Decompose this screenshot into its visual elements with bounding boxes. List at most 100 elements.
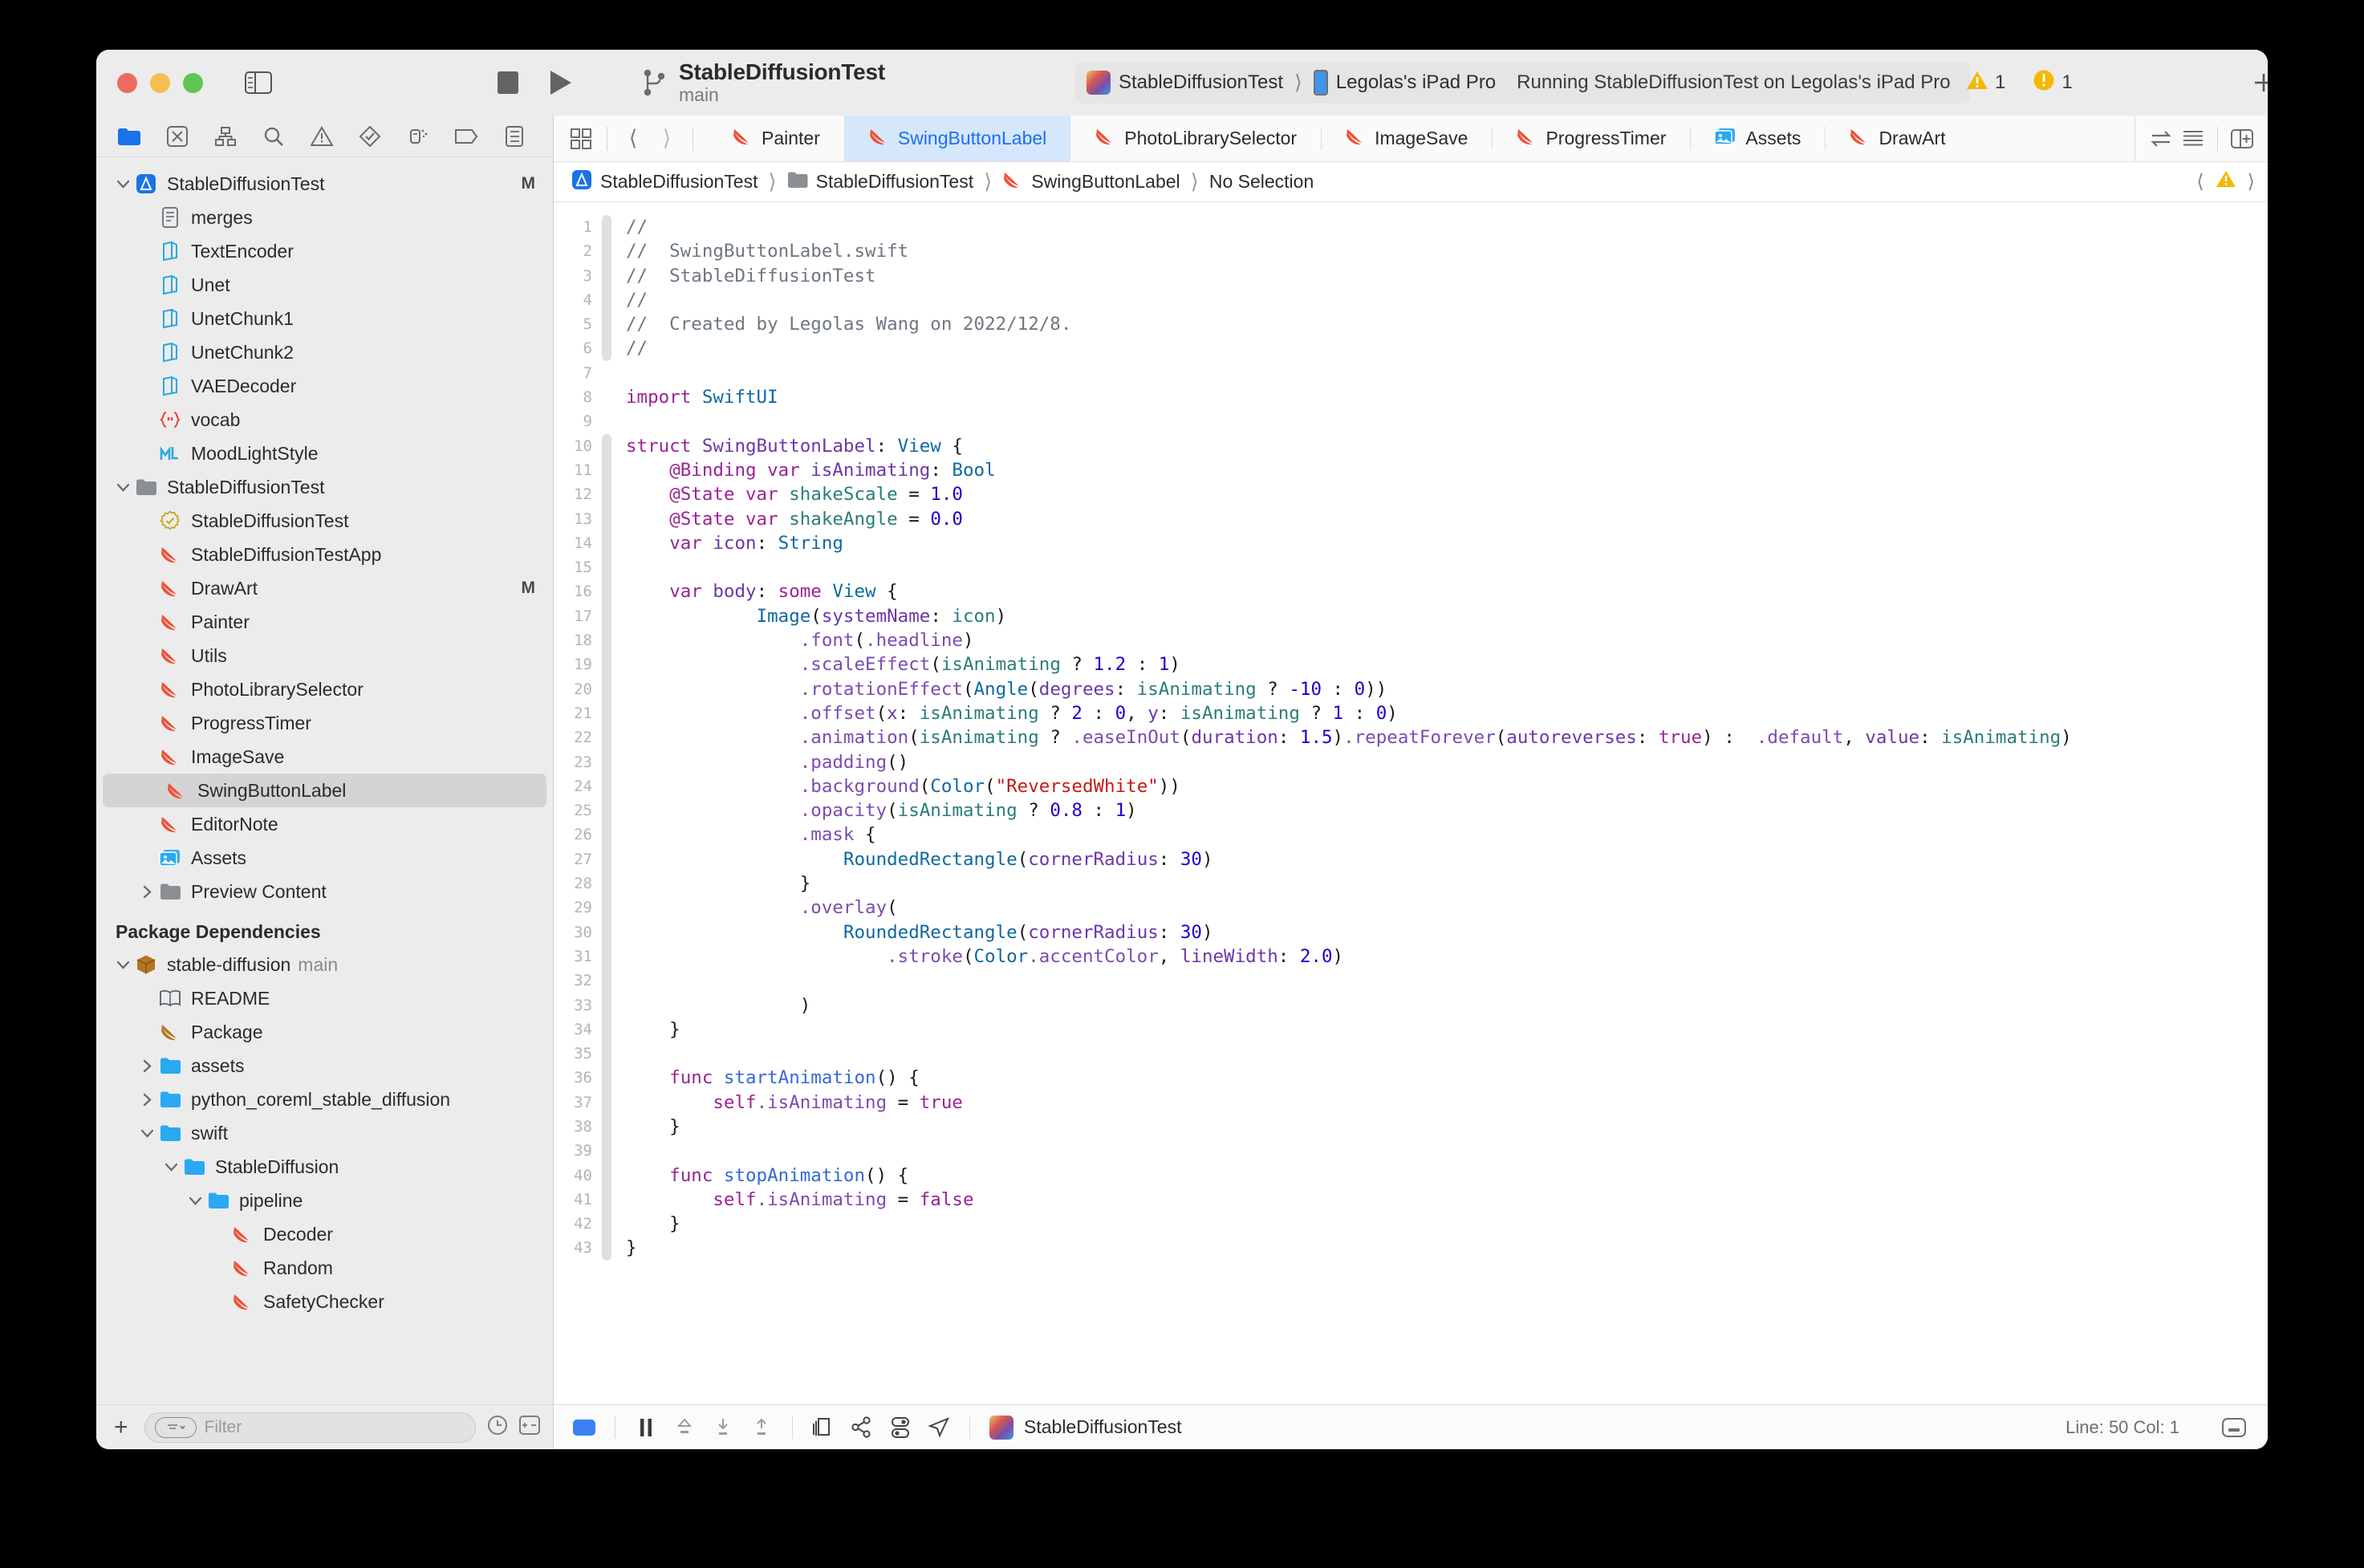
step-into-icon[interactable]: [707, 1412, 739, 1444]
disclosure-triangle[interactable]: [112, 961, 133, 969]
fold-ribbon-segment[interactable]: [602, 506, 611, 531]
fold-ribbon-segment[interactable]: [602, 385, 611, 409]
fold-ribbon-segment[interactable]: [602, 944, 611, 969]
code-line[interactable]: }: [626, 871, 2268, 896]
fold-ribbon-segment[interactable]: [602, 457, 611, 483]
disclosure-triangle[interactable]: [136, 1093, 157, 1107]
code-line[interactable]: [626, 969, 2268, 993]
code-line[interactable]: .overlay(: [626, 896, 2268, 920]
code-folding-ribbon[interactable]: [602, 202, 611, 1404]
environment-overrides-icon[interactable]: [884, 1412, 916, 1444]
fold-ribbon-segment[interactable]: [602, 239, 611, 264]
fold-ribbon-segment[interactable]: [602, 1212, 611, 1237]
tree-item-swingbuttonlabel[interactable]: SwingButtonLabel: [103, 774, 546, 807]
fold-ribbon-segment[interactable]: [602, 1066, 611, 1091]
tab-assets[interactable]: Assets: [1690, 116, 1825, 161]
tree-item-assets[interactable]: Assets: [96, 841, 553, 875]
code-line[interactable]: func startAnimation() {: [626, 1066, 2268, 1090]
chevron-right-icon[interactable]: ⟩: [2248, 170, 2255, 193]
tree-item-utils[interactable]: Utils: [96, 639, 553, 672]
tree-item-unetchunk1[interactable]: UnetChunk1: [96, 302, 553, 335]
tree-item-swift[interactable]: swift: [96, 1116, 553, 1150]
fold-ribbon-segment[interactable]: [602, 896, 611, 920]
fold-ribbon-segment[interactable]: [602, 1114, 611, 1139]
code-line[interactable]: }: [626, 1115, 2268, 1139]
code-line[interactable]: }: [626, 1236, 2268, 1260]
fold-ribbon-segment[interactable]: [602, 482, 611, 507]
tree-item-safetychecker[interactable]: SafetyChecker: [96, 1285, 553, 1318]
warning-counter[interactable]: 1: [1966, 70, 2005, 96]
fold-ribbon-segment[interactable]: [602, 409, 611, 433]
error-counter[interactable]: 1: [2033, 69, 2073, 97]
fold-ribbon-segment[interactable]: [602, 215, 611, 240]
fold-ribbon-segment[interactable]: [602, 336, 611, 361]
code-line[interactable]: .padding(): [626, 750, 2268, 774]
navigator-tab-report[interactable]: [501, 123, 528, 150]
tree-item-stablediffusiontest[interactable]: StableDiffusionTest: [96, 504, 553, 538]
add-file-button[interactable]: +: [109, 1414, 133, 1441]
fold-ribbon-segment[interactable]: [602, 433, 611, 458]
tree-item-stable-diffusion[interactable]: stable-diffusion main: [96, 948, 553, 981]
tree-item-unetchunk2[interactable]: UnetChunk2: [96, 335, 553, 369]
editor-file-tabs[interactable]: Painter SwingButtonLabel PhotoLibrarySelec…: [708, 116, 2135, 161]
related-items-icon[interactable]: [2147, 124, 2175, 153]
code-line[interactable]: @Binding var isAnimating: Bool: [626, 458, 2268, 482]
filter-scope-icon[interactable]: [154, 1416, 197, 1438]
tab-drawart[interactable]: DrawArt: [1825, 116, 1969, 161]
warning-triangle-icon[interactable]: [2216, 169, 2236, 194]
project-navigator-tree[interactable]: StableDiffusionTest Mmerges TextEncoder Une…: [96, 157, 553, 1404]
code-line[interactable]: .font(.headline): [626, 628, 2268, 652]
minimize-debug-icon[interactable]: [2218, 1412, 2250, 1444]
tree-item-package[interactable]: Package: [96, 1015, 553, 1049]
disclosure-triangle[interactable]: [185, 1196, 205, 1205]
tree-item-random[interactable]: Random: [96, 1251, 553, 1285]
fold-ribbon-segment[interactable]: [602, 676, 611, 701]
code-line[interactable]: .offset(x: isAnimating ? 2 : 0, y: isAni…: [626, 701, 2268, 725]
scheme-destination-pill[interactable]: StableDiffusionTest ⟩ Legolas's iPad Pro…: [1075, 62, 1970, 104]
code-line[interactable]: func stopAnimation() {: [626, 1164, 2268, 1188]
debug-area-toggle-icon[interactable]: [568, 1412, 600, 1444]
fold-ribbon-segment[interactable]: [602, 603, 611, 629]
grid-view-icon[interactable]: [567, 124, 595, 153]
code-line[interactable]: self.isAnimating = false: [626, 1188, 2268, 1212]
fold-ribbon-segment[interactable]: [602, 847, 611, 872]
tree-item-stablediffusion[interactable]: StableDiffusion: [96, 1150, 553, 1184]
zoom-window-button[interactable]: [183, 72, 203, 93]
tree-item-drawart[interactable]: DrawArt M: [96, 571, 553, 605]
location-icon[interactable]: [923, 1412, 955, 1444]
code-line[interactable]: //: [626, 215, 2268, 239]
breadcrumb-item-3[interactable]: No Selection: [1209, 171, 1314, 193]
tree-item-decoder[interactable]: Decoder: [96, 1217, 553, 1251]
fold-ribbon-segment[interactable]: [602, 823, 611, 847]
navigator-tab-project[interactable]: [116, 123, 143, 150]
code-line[interactable]: .stroke(Color.accentColor, lineWidth: 2.…: [626, 944, 2268, 969]
code-line[interactable]: self.isAnimating = true: [626, 1091, 2268, 1115]
clock-icon[interactable]: [487, 1415, 508, 1440]
fold-ribbon-segment[interactable]: [602, 993, 611, 1018]
debug-process[interactable]: StableDiffusionTest: [989, 1415, 1181, 1440]
code-line[interactable]: //: [626, 336, 2268, 360]
tree-item-imagesave[interactable]: ImageSave: [96, 740, 553, 774]
tree-item-painter[interactable]: Painter: [96, 605, 553, 639]
fold-ribbon-segment[interactable]: [602, 530, 611, 556]
tree-item-photolibraryselector[interactable]: PhotoLibrarySelector: [96, 672, 553, 706]
disclosure-triangle[interactable]: [112, 483, 133, 492]
code-line[interactable]: RoundedRectangle(cornerRadius: 30): [626, 920, 2268, 944]
tree-item-vaedecoder[interactable]: VAEDecoder: [96, 369, 553, 403]
code-line[interactable]: RoundedRectangle(cornerRadius: 30): [626, 847, 2268, 871]
tree-item-textencoder[interactable]: TextEncoder: [96, 234, 553, 268]
split-editor-icon[interactable]: [2228, 124, 2256, 153]
code-line[interactable]: .opacity(isAnimating ? 0.8 : 1): [626, 798, 2268, 823]
fold-ribbon-segment[interactable]: [602, 652, 611, 677]
navigator-tab-symbol[interactable]: [212, 123, 239, 150]
tree-item-progresstimer[interactable]: ProgressTimer: [96, 706, 553, 740]
tree-item-moodlightstyle[interactable]: MoodLightStyle: [96, 437, 553, 470]
fold-ribbon-segment[interactable]: [602, 749, 611, 774]
plusminus-icon[interactable]: [519, 1416, 540, 1439]
tree-item-merges[interactable]: merges: [96, 201, 553, 234]
step-out-icon[interactable]: [745, 1412, 778, 1444]
code-line[interactable]: [626, 1042, 2268, 1066]
code-line[interactable]: // SwingButtonLabel.swift: [626, 239, 2268, 263]
navigator-tab-issue[interactable]: [308, 123, 335, 150]
code-line[interactable]: .scaleEffect(isAnimating ? 1.2 : 1): [626, 652, 2268, 676]
